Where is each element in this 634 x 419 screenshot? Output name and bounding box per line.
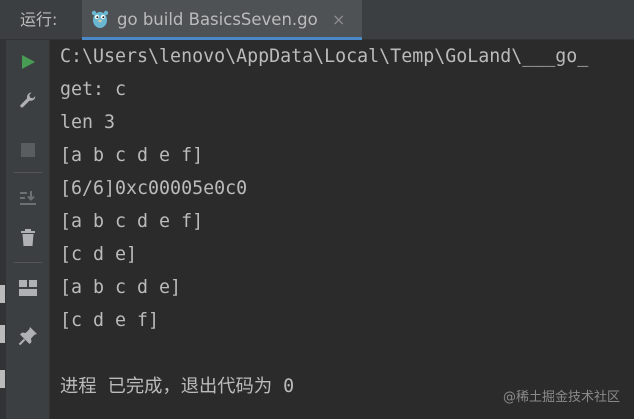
layout-button[interactable] xyxy=(14,274,42,302)
run-icon xyxy=(19,53,37,71)
gopher-icon xyxy=(90,9,110,29)
run-tool-window: 运行: go build BasicsSeven.go × C:\Users\l… xyxy=(0,0,634,419)
scroll-to-end-button[interactable] xyxy=(14,184,42,212)
trash-icon xyxy=(19,228,37,248)
rerun-button[interactable] xyxy=(14,48,42,76)
console-line: [a b c d e f] xyxy=(60,211,204,232)
scroll-to-end-icon xyxy=(18,188,38,208)
edge-marker xyxy=(0,285,5,303)
close-tab-icon[interactable]: × xyxy=(332,9,345,31)
console-line: [c d e f] xyxy=(60,310,160,331)
edit-configuration-button[interactable] xyxy=(14,86,42,114)
run-toolbar xyxy=(6,40,50,419)
toolbar-separator xyxy=(14,172,42,173)
console-line: [6/6]0xc00005e0c0 xyxy=(60,178,248,199)
toolbar-separator xyxy=(14,262,42,263)
console-output[interactable]: C:\Users\lenovo\AppData\Local\Temp\GoLan… xyxy=(50,40,634,419)
clear-all-button[interactable] xyxy=(14,224,42,252)
stop-button[interactable] xyxy=(14,136,42,164)
run-label: 运行: xyxy=(20,10,58,29)
process-exit-message: 进程 已完成，退出代码为 0 xyxy=(60,376,295,397)
tab-title: go build BasicsSeven.go xyxy=(117,10,318,29)
watermark: @稀土掘金技术社区 xyxy=(502,390,620,405)
console-line: len 3 xyxy=(60,112,116,133)
pin-icon xyxy=(18,326,38,346)
console-line: get: c xyxy=(60,79,127,100)
layout-icon xyxy=(18,279,38,297)
run-tab-bar: 运行: go build BasicsSeven.go × xyxy=(0,0,634,40)
stop-icon xyxy=(20,142,36,158)
console-line: [a b c d e f] xyxy=(60,145,204,166)
edge-marker xyxy=(0,325,5,343)
pin-tab-button[interactable] xyxy=(14,322,42,350)
run-config-tab[interactable]: go build BasicsSeven.go × xyxy=(82,0,362,40)
edge-marker xyxy=(0,370,5,388)
console-line: [c d e] xyxy=(60,244,138,265)
console-line: C:\Users\lenovo\AppData\Local\Temp\GoLan… xyxy=(60,46,589,67)
console-line: [a b c d e] xyxy=(60,277,182,298)
wrench-icon xyxy=(18,90,38,110)
